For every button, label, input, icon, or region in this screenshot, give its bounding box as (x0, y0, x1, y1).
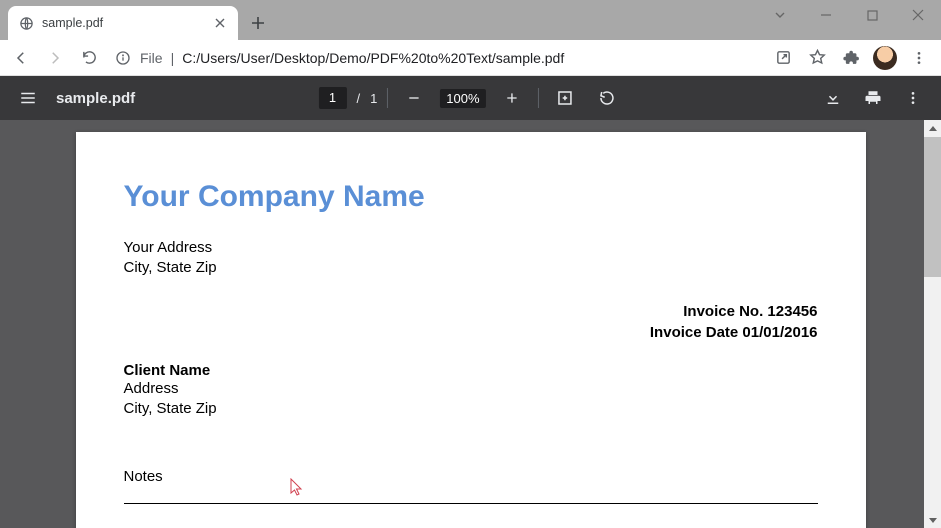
scroll-up-button[interactable] (924, 120, 941, 137)
client-name: Client Name (124, 362, 818, 379)
invoice-date: Invoice Date 01/01/2016 (124, 322, 818, 344)
url-scheme: File (140, 50, 163, 66)
company-name: Your Company Name (124, 180, 818, 214)
zoom-out-button[interactable] (398, 82, 430, 114)
url-separator: | (171, 50, 175, 66)
browser-menu-button[interactable] (903, 43, 935, 73)
url-path: C:/Users/User/Desktop/Demo/PDF%20to%20Te… (182, 50, 564, 66)
fit-page-button[interactable] (549, 82, 581, 114)
pdf-more-button[interactable] (897, 82, 929, 114)
profile-avatar[interactable] (869, 43, 901, 73)
toolbar-right-icons (767, 43, 935, 73)
browser-window: sample.pdf (0, 0, 941, 528)
sender-line1: Your Address (124, 238, 818, 258)
chrome-tabstrip: sample.pdf (0, 0, 941, 40)
page-separator: / (356, 91, 360, 106)
sender-line2: City, State Zip (124, 258, 818, 278)
address-row: File | C:/Users/User/Desktop/Demo/PDF%20… (0, 40, 941, 76)
toolbar-divider (387, 88, 388, 108)
scroll-down-button[interactable] (924, 511, 941, 528)
page-total: 1 (370, 91, 377, 106)
window-maximize-button[interactable] (849, 0, 895, 30)
window-minimize-button[interactable] (803, 0, 849, 30)
toolbar-divider (538, 88, 539, 108)
pdf-toolbar: sample.pdf 1 / 1 100% (0, 76, 941, 120)
client-address-block: Client Name Address City, State Zip (124, 362, 818, 420)
page-number-input[interactable]: 1 (318, 87, 346, 109)
pdf-page: Your Company Name Your Address City, Sta… (76, 132, 866, 528)
bookmark-icon[interactable] (801, 43, 833, 73)
notes-label: Notes (124, 468, 818, 485)
invoice-meta-block: Invoice No. 123456 Invoice Date 01/01/20… (124, 301, 818, 345)
pdf-toolbar-center: 1 / 1 100% (318, 82, 622, 114)
zoom-in-button[interactable] (496, 82, 528, 114)
address-bar[interactable]: File | C:/Users/User/Desktop/Demo/PDF%20… (108, 49, 763, 67)
scroll-track[interactable] (924, 137, 941, 511)
tab-title: sample.pdf (42, 16, 204, 30)
download-button[interactable] (817, 82, 849, 114)
zoom-level[interactable]: 100% (440, 89, 485, 108)
extensions-icon[interactable] (835, 43, 867, 73)
rotate-button[interactable] (591, 82, 623, 114)
back-button[interactable] (6, 43, 36, 73)
client-line1: Address (124, 379, 818, 399)
divider-line (124, 503, 818, 504)
sender-address-block: Your Address City, State Zip (124, 238, 818, 279)
print-button[interactable] (857, 82, 889, 114)
pdf-content-area[interactable]: Your Company Name Your Address City, Sta… (0, 120, 941, 528)
browser-tab[interactable]: sample.pdf (8, 6, 238, 40)
info-icon[interactable] (114, 49, 132, 67)
invoice-number: Invoice No. 123456 (124, 301, 818, 323)
window-caret-down-icon[interactable] (757, 0, 803, 30)
reload-button[interactable] (74, 43, 104, 73)
scroll-thumb[interactable] (924, 137, 941, 277)
close-tab-button[interactable] (212, 15, 228, 31)
pdf-toolbar-right (817, 82, 929, 114)
new-tab-button[interactable] (244, 9, 272, 37)
window-controls (757, 0, 941, 30)
client-line2: City, State Zip (124, 399, 818, 419)
globe-icon (18, 15, 34, 31)
avatar-icon (873, 46, 897, 70)
share-icon[interactable] (767, 43, 799, 73)
window-close-button[interactable] (895, 0, 941, 30)
vertical-scrollbar[interactable] (924, 120, 941, 528)
pdf-doc-title: sample.pdf (56, 90, 135, 107)
pdf-menu-button[interactable] (12, 82, 44, 114)
forward-button[interactable] (40, 43, 70, 73)
